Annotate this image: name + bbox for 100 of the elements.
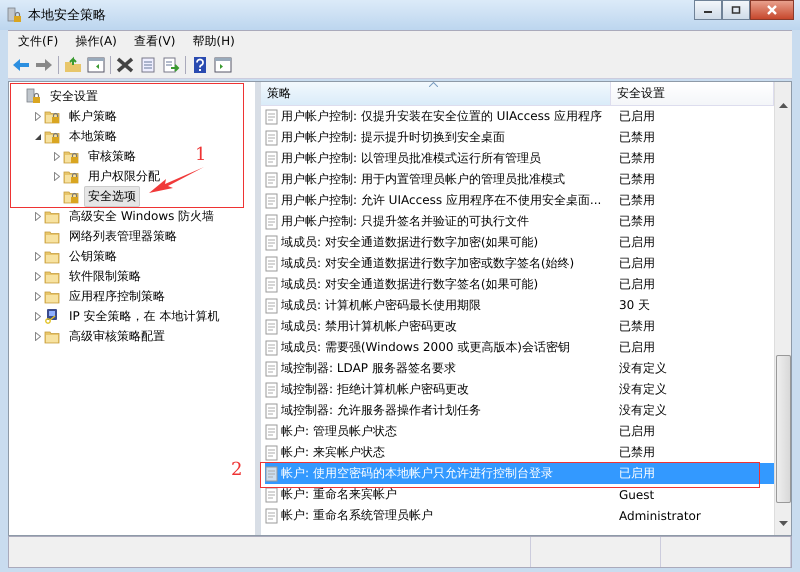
delete-icon[interactable] (116, 56, 134, 74)
tree-item[interactable]: 用户权限分配 (84, 166, 164, 187)
policy-item-icon (265, 508, 279, 524)
policy-name: 用户帐户控制: 提示提升时切换到安全桌面 (281, 129, 505, 146)
security-setting: 已禁用 (618, 171, 656, 188)
policy-name: 域成员: 需要强(Windows 2000 或更高版本)会话密钥 (281, 339, 570, 356)
policy-item-icon (265, 172, 279, 188)
security-setting: Guest (618, 488, 656, 502)
table-row[interactable]: 域控制器: 允许服务器操作者计划任务 没有定义 (265, 400, 774, 422)
table-row[interactable]: 用户帐户控制: 仅提升安装在安全位置的 UIAccess 应用程序 已启用 (265, 106, 774, 128)
tree-item[interactable]: 网络列表管理器策略 (65, 226, 181, 247)
policy-name: 用户帐户控制: 仅提升安装在安全位置的 UIAccess 应用程序 (281, 108, 602, 126)
collapsed-triangle-icon[interactable] (35, 332, 41, 341)
collapsed-triangle-icon[interactable] (35, 292, 41, 301)
tree-item[interactable]: 高级安全 Windows 防火墙 (65, 206, 218, 227)
security-setting: 已启用 (618, 234, 656, 252)
security-setting: 已启用 (618, 108, 656, 126)
policy-name: 帐户: 管理员帐户状态 (281, 423, 397, 440)
table-row[interactable]: 域成员: 计算机帐户密码最长使用期限 30 天 (265, 295, 774, 316)
policy-name: 域控制器: 允许服务器操作者计划任务 (281, 402, 481, 420)
policy-name: 用户帐户控制: 以管理员批准模式运行所有管理员 (281, 150, 541, 168)
help-icon[interactable] (191, 56, 209, 74)
column-header[interactable]: 策略 (261, 82, 611, 106)
scroll-down-icon (778, 521, 788, 528)
policy-lock-icon (6, 6, 22, 23)
collapsed-triangle-icon[interactable] (54, 172, 60, 181)
policy-name: 帐户: 重命名系统管理员帐户 (281, 507, 433, 524)
table-row[interactable]: 用户帐户控制: 允许 UIAccess 应用程序在不使用安全桌面... 已禁用 (265, 190, 774, 212)
table-row[interactable]: 帐户: 重命名系统管理员帐户 Administrator (265, 505, 774, 526)
security-setting: 已禁用 (618, 444, 656, 462)
scrollbar-thumb[interactable] (776, 355, 790, 504)
policy-item-icon (265, 402, 279, 419)
menu-item[interactable]: 操作(A) (75, 33, 117, 50)
security-setting: 已启用 (618, 339, 656, 356)
table-row[interactable]: 域成员: 对安全通道数据进行数字加密或数字签名(始终) 已启用 (265, 253, 774, 274)
tree-item[interactable]: 本地策略 (65, 126, 121, 147)
scrollbar[interactable] (774, 82, 791, 536)
collapsed-triangle-icon[interactable] (35, 272, 41, 281)
tree-item[interactable]: 安全设置 (46, 86, 102, 107)
table-row[interactable]: 域成员: 禁用计算机帐户密码更改 已禁用 (265, 316, 774, 338)
tree-item[interactable]: 应用程序控制策略 (65, 286, 169, 307)
action-pane-icon[interactable] (214, 56, 232, 74)
policy-name: 域成员: 对安全通道数据进行数字加密或数字签名(始终) (281, 255, 574, 272)
tree-item[interactable]: 公钥策略 (65, 246, 121, 267)
policy-item-icon (265, 298, 279, 314)
table-row[interactable]: 域控制器: 拒绝计算机帐户密码更改 没有定义 (265, 379, 774, 400)
policy-item-icon (265, 382, 279, 398)
properties-icon[interactable] (139, 56, 157, 74)
security-setting: 已禁用 (618, 150, 656, 168)
policy-item-icon (265, 318, 279, 335)
policy-item-icon (265, 130, 279, 146)
tree-item[interactable]: 审核策略 (84, 146, 140, 167)
policy-name: 域成员: 禁用计算机帐户密码更改 (281, 318, 457, 336)
maximize-button[interactable] (722, 0, 750, 20)
security-setting: 已启用 (618, 255, 656, 272)
sort-caret-icon (429, 82, 438, 88)
expanded-triangle-icon[interactable] (34, 132, 42, 140)
collapsed-triangle-icon[interactable] (35, 112, 41, 121)
table-row[interactable]: 用户帐户控制: 只提升签名并验证的可执行文件 已禁用 (265, 211, 774, 232)
minimize-button[interactable] (694, 0, 722, 20)
table-row[interactable]: 用户帐户控制: 以管理员批准模式运行所有管理员 已禁用 (265, 148, 774, 170)
tree-item[interactable]: 安全选项 (84, 186, 140, 207)
policy-name: 用户帐户控制: 允许 UIAccess 应用程序在不使用安全桌面... (281, 192, 602, 210)
table-row[interactable]: 用户帐户控制: 用于内置管理员帐户的管理员批准模式 已禁用 (265, 169, 774, 190)
policy-item-icon (265, 424, 279, 440)
collapsed-triangle-icon[interactable] (35, 252, 41, 261)
tree-pane-icon[interactable] (87, 56, 105, 74)
close-button[interactable] (750, 0, 794, 20)
policy-name: 帐户: 重命名来宾帐户 (281, 486, 397, 504)
security-setting: 已禁用 (618, 192, 656, 210)
tree-item[interactable]: IP 安全策略，在 本地计算机 (65, 306, 224, 327)
collapsed-triangle-icon[interactable] (35, 312, 41, 321)
policy-name: 用户帐户控制: 用于内置管理员帐户的管理员批准模式 (281, 171, 565, 188)
policy-item-icon (265, 256, 279, 272)
table-row[interactable]: 帐户: 管理员帐户状态 已启用 (265, 421, 774, 442)
table-row[interactable]: 域成员: 对安全通道数据进行数字加密(如果可能) 已启用 (265, 232, 774, 254)
menu-item[interactable]: 帮助(H) (192, 33, 235, 50)
security-setting: Administrator (618, 508, 702, 523)
export-list-icon[interactable] (162, 56, 180, 74)
tree-item[interactable]: 高级审核策略配置 (65, 326, 169, 347)
menu-item[interactable]: 查看(V) (134, 33, 176, 50)
annotation-number: 1 (195, 144, 206, 166)
folder-up-icon[interactable] (64, 56, 82, 74)
maximize-icon (731, 6, 741, 14)
annotation-number: 2 (231, 459, 242, 480)
security-setting: 没有定义 (618, 381, 668, 398)
tree-item[interactable]: 软件限制策略 (65, 266, 145, 287)
table-row[interactable]: 用户帐户控制: 提示提升时切换到安全桌面 已禁用 (265, 127, 774, 148)
policy-name: 域成员: 计算机帐户密码最长使用期限 (281, 297, 481, 314)
table-row[interactable]: 帐户: 重命名来宾帐户 Guest (265, 484, 774, 506)
security-setting: 已禁用 (618, 213, 656, 230)
collapsed-triangle-icon[interactable] (35, 212, 41, 221)
collapsed-triangle-icon[interactable] (54, 152, 60, 161)
security-setting: 已启用 (618, 465, 656, 482)
tree-item[interactable]: 帐户策略 (65, 106, 121, 127)
table-row[interactable]: 域控制器: LDAP 服务器签名要求 没有定义 (265, 358, 774, 380)
menu-item[interactable]: 文件(F) (18, 33, 58, 50)
table-row[interactable]: 帐户: 来宾帐户状态 已禁用 (265, 442, 774, 464)
table-row[interactable]: 域成员: 需要强(Windows 2000 或更高版本)会话密钥 已启用 (265, 337, 774, 358)
table-row[interactable]: 域成员: 对安全通道数据进行数字签名(如果可能) 已启用 (265, 274, 774, 296)
